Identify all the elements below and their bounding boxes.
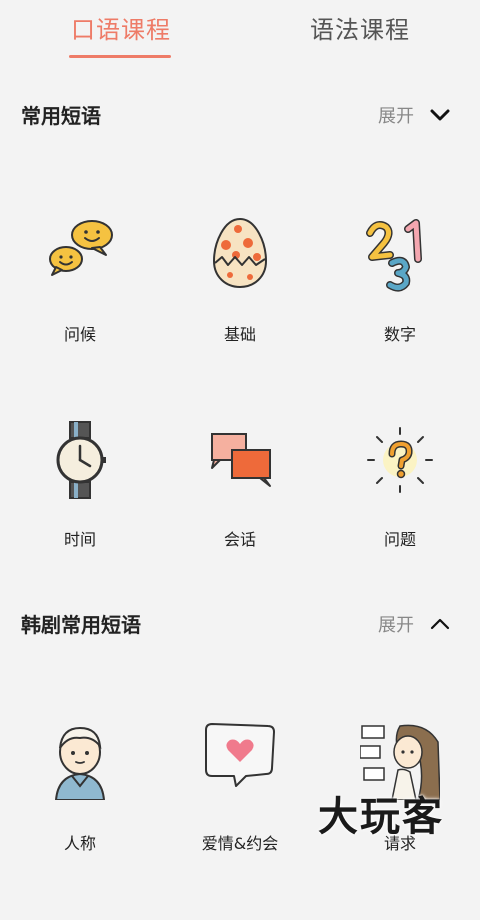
watermark-logo: 大玩客	[318, 794, 444, 840]
category-label: 爱情&约会	[201, 834, 279, 853]
category-basics[interactable]: 基础	[160, 215, 320, 415]
expand-label: 展开	[378, 615, 414, 636]
course-tabs: 口语课程 语法课程	[0, 0, 480, 70]
expand-label: 展开	[378, 106, 414, 127]
section-kdrama-phrases-header: 韩剧常用短语 展开	[0, 609, 480, 649]
section-common-phrases-header: 常用短语 展开	[0, 100, 480, 140]
tab-grammar-course[interactable]: 语法课程	[310, 10, 410, 45]
category-label: 时间	[63, 530, 96, 549]
love-message-icon	[205, 723, 275, 787]
category-label: 基础	[223, 325, 256, 344]
collapse-toggle[interactable]: 展开	[378, 609, 450, 639]
tab-oral-course[interactable]: 口语课程	[71, 10, 171, 45]
section-title: 韩剧常用短语	[21, 613, 141, 637]
chevron-down-icon	[430, 109, 450, 121]
active-tab-indicator	[69, 55, 171, 58]
expand-toggle[interactable]: 展开	[378, 100, 450, 130]
category-label: 数字	[383, 325, 416, 344]
numbers-icon	[366, 219, 422, 292]
question-bulb-icon	[367, 427, 433, 493]
category-questions[interactable]: 问题	[320, 420, 480, 620]
category-numbers[interactable]: 数字	[320, 215, 480, 415]
category-conversation[interactable]: 会话	[160, 420, 320, 620]
category-label: 问候	[63, 325, 96, 344]
category-love-dating[interactable]: 爱情&约会	[160, 720, 320, 920]
boy-avatar-icon	[54, 726, 106, 800]
easter-egg-icon	[212, 217, 268, 289]
chevron-up-icon	[430, 618, 450, 630]
category-label: 人称	[63, 834, 96, 853]
category-label: 问题	[383, 530, 416, 549]
dialogue-squares-icon	[211, 433, 271, 487]
section-title: 常用短语	[21, 104, 101, 128]
category-greeting[interactable]: 问候	[0, 215, 160, 415]
category-label: 会话	[223, 530, 256, 549]
chat-bubbles-icon	[49, 220, 113, 276]
watch-icon	[56, 421, 106, 499]
category-pronouns[interactable]: 人称	[0, 720, 160, 920]
category-time[interactable]: 时间	[0, 420, 160, 620]
